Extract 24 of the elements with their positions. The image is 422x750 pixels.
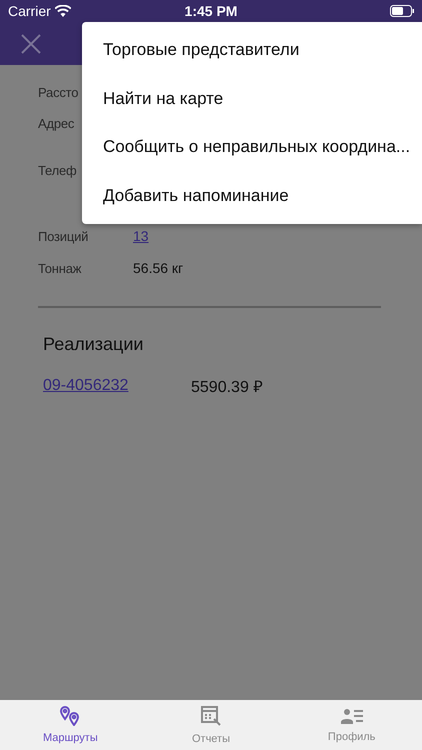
close-icon[interactable]	[20, 32, 42, 54]
menu-item[interactable]: Торговые представители	[82, 40, 422, 60]
document-link[interactable]: 09-4056232	[43, 377, 191, 395]
carrier-label: Carrier	[8, 3, 51, 19]
detail-label: Позиций	[38, 228, 90, 244]
profile-card-icon	[340, 707, 363, 725]
map-pins-icon	[59, 706, 82, 726]
detail-label: Адрес	[38, 116, 76, 131]
positions-link[interactable]: 13	[133, 228, 149, 244]
menu-item[interactable]: Добавить напоминание	[82, 186, 422, 206]
amount-value: 5590.39 ₽	[191, 378, 262, 397]
tab[interactable]: Маршруты	[0, 700, 141, 750]
menu-item[interactable]: Сообщить о неправильных координа...	[82, 137, 422, 158]
detail-label: Телеф	[38, 163, 78, 178]
tab[interactable]: Профиль	[281, 700, 422, 750]
tab[interactable]: Отчеты	[140, 700, 282, 750]
detail-label: Тоннаж	[38, 260, 82, 276]
battery-icon	[390, 5, 414, 17]
menu-item[interactable]: Найти на карте	[82, 88, 422, 109]
detail-value: 56.56 кг	[133, 260, 184, 276]
report-icon	[200, 705, 222, 727]
section-title: Реализации	[43, 334, 144, 355]
status-time: 1:45 PM	[184, 3, 238, 19]
wifi-icon	[54, 5, 71, 17]
